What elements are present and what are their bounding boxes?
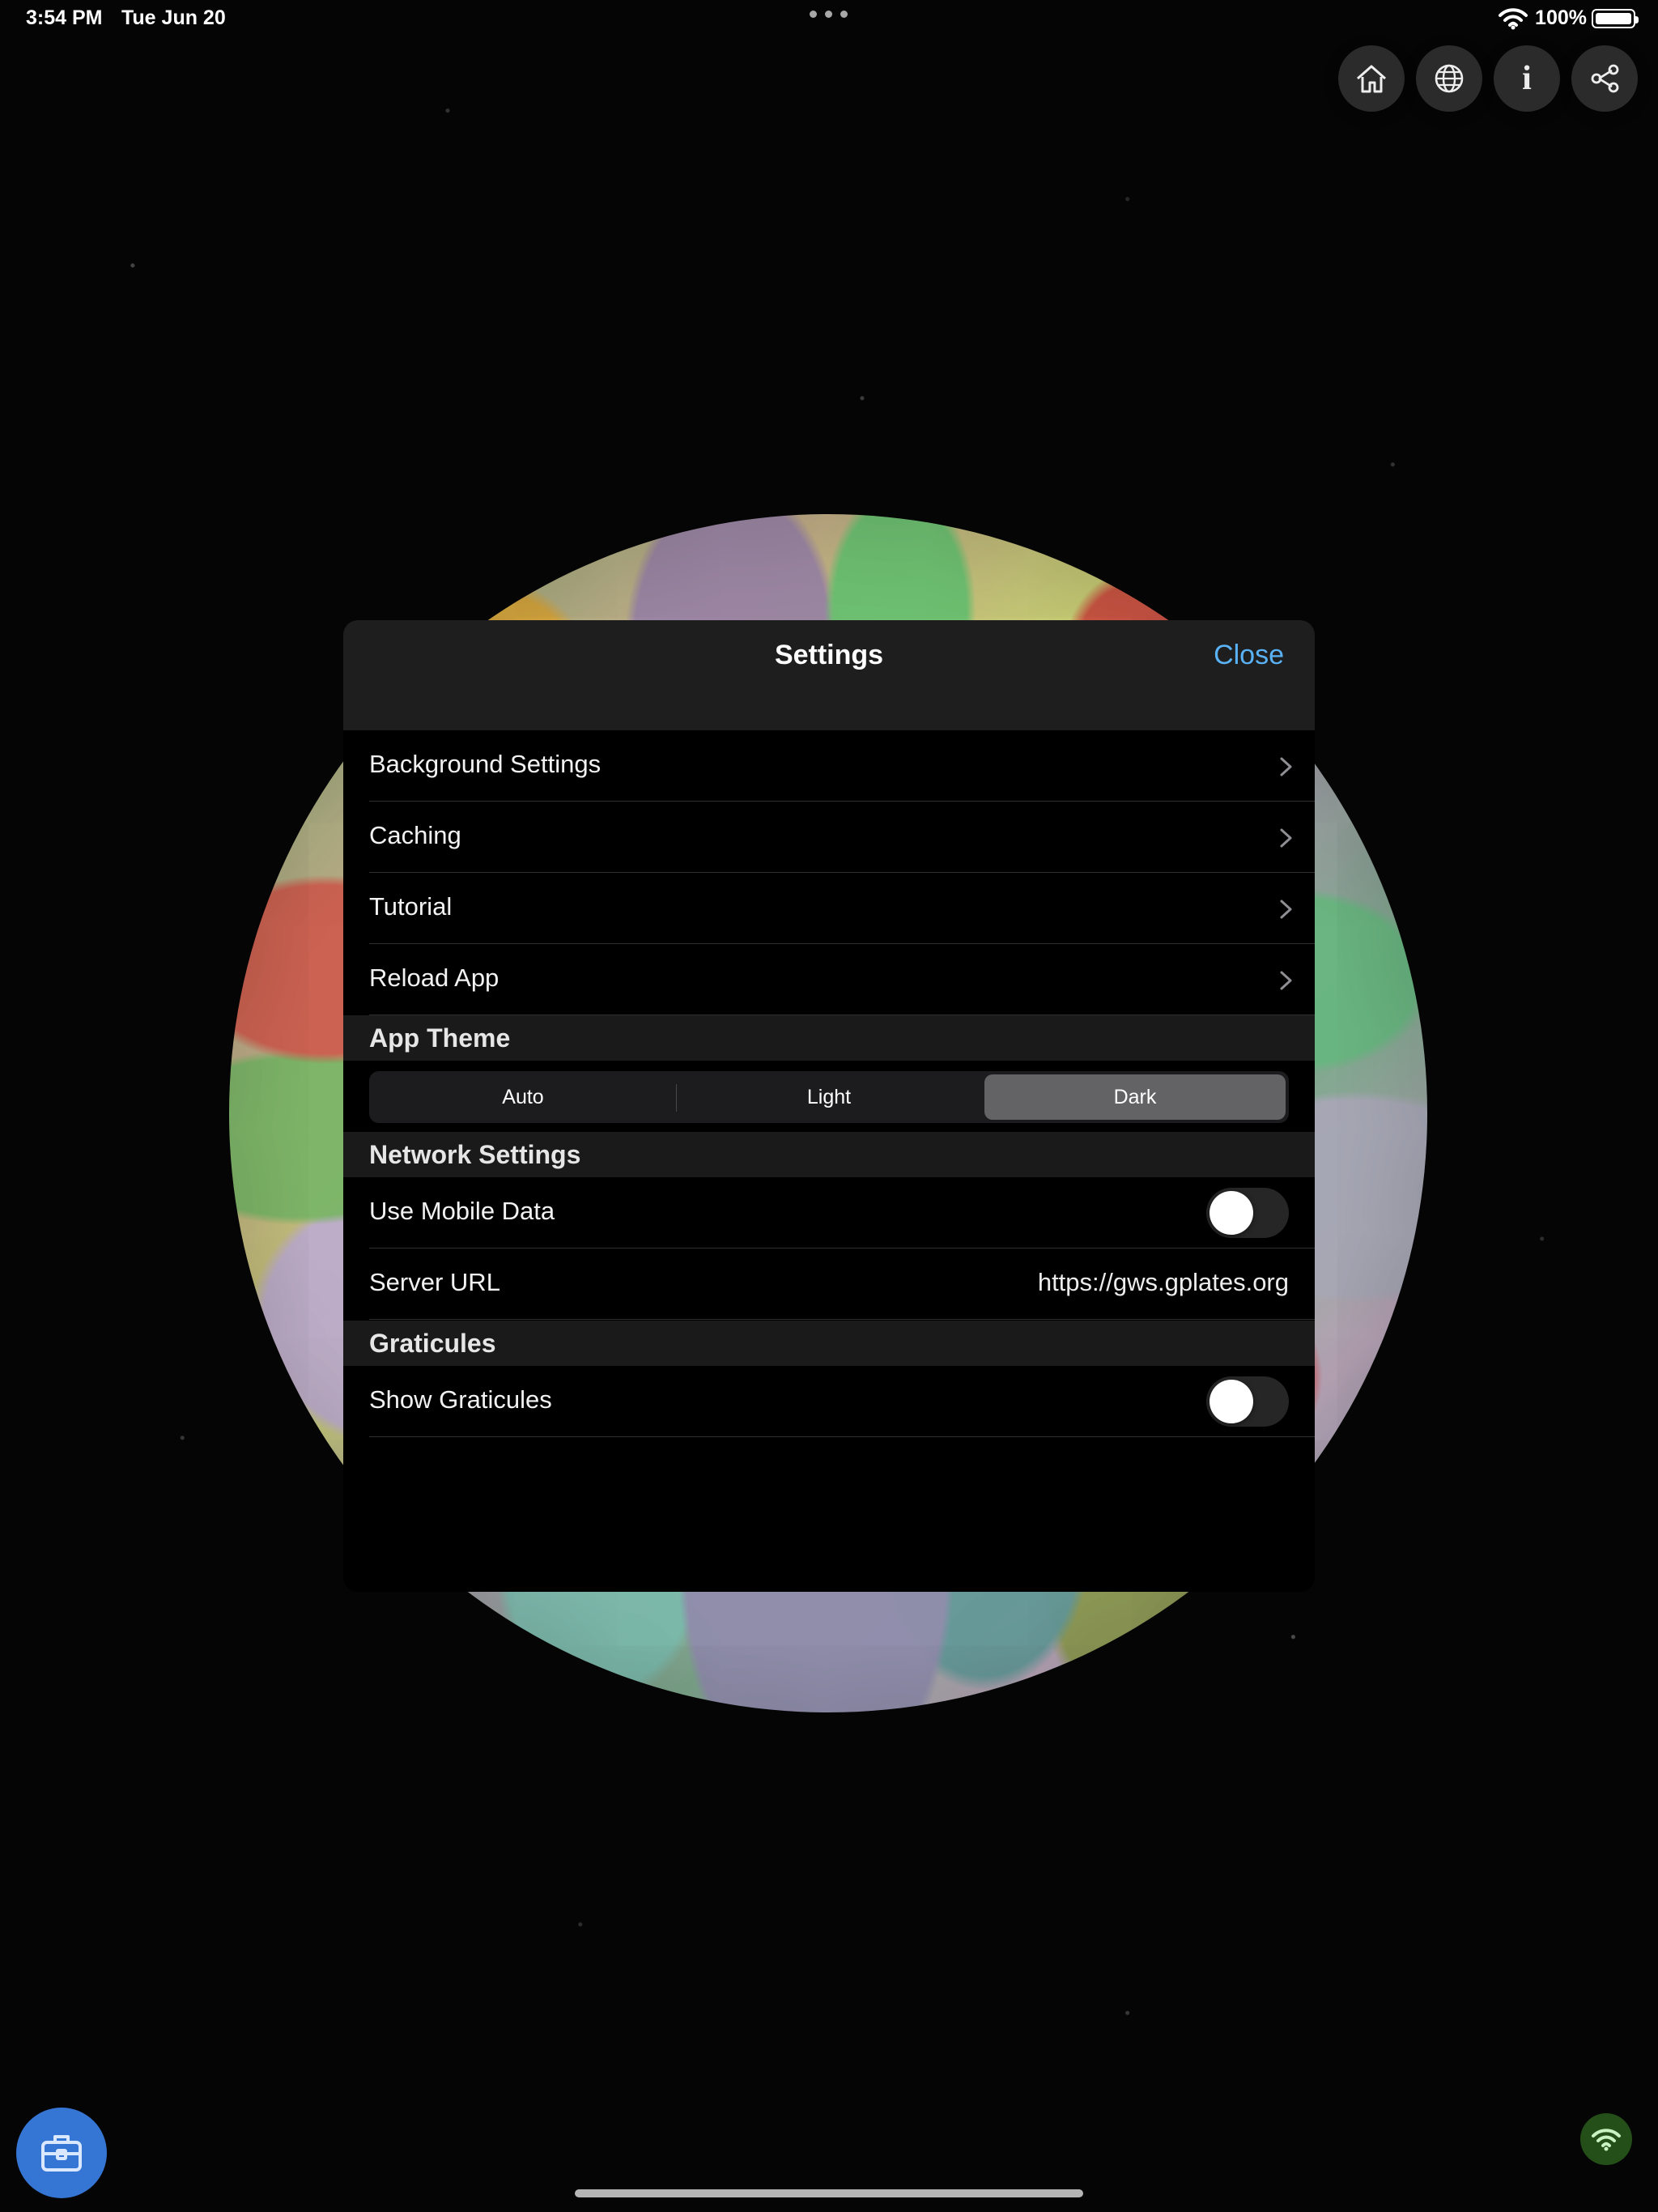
- settings-header: Settings Close: [343, 620, 1315, 730]
- tutorial-label: Tutorial: [369, 892, 453, 921]
- caching-label: Caching: [369, 821, 461, 849]
- settings-sheet: Settings Close Background Settings Cachi…: [343, 620, 1315, 1592]
- globe-icon: [1435, 64, 1464, 93]
- info-button[interactable]: i: [1494, 45, 1560, 112]
- page-title: Settings: [774, 640, 884, 670]
- chevron-right-icon: [1280, 900, 1292, 919]
- chevron-right-icon: [1280, 757, 1292, 776]
- reload-app-label: Reload App: [369, 963, 500, 992]
- graticules-title: Graticules: [369, 1329, 496, 1358]
- app-theme-section-header: App Theme: [343, 1015, 1315, 1061]
- share-icon: [1591, 64, 1619, 93]
- app-theme-segmented-control[interactable]: Auto Light Dark: [369, 1071, 1289, 1123]
- battery-icon: [1592, 9, 1639, 28]
- background-settings-label: Background Settings: [369, 750, 602, 778]
- app-theme-title: App Theme: [369, 1023, 511, 1053]
- server-url-label: Server URL: [369, 1268, 500, 1296]
- close-button[interactable]: Close: [1214, 640, 1284, 671]
- info-icon: i: [1522, 60, 1532, 97]
- use-mobile-data-toggle[interactable]: [1206, 1188, 1289, 1238]
- server-url-value: https://gws.gplates.org: [1037, 1268, 1289, 1296]
- graticules-section-header: Graticules: [343, 1321, 1315, 1366]
- network-status-indicator[interactable]: [1580, 2113, 1632, 2165]
- toggle-knob: [1209, 1380, 1253, 1423]
- settings-list: Background Settings Caching Tutorial Rel…: [343, 730, 1315, 1015]
- theme-dark-option[interactable]: Dark: [984, 1074, 1286, 1120]
- home-icon: [1357, 65, 1386, 93]
- server-url-row[interactable]: Server URL https://gws.gplates.org: [369, 1249, 1315, 1320]
- network-settings-section-header: Network Settings: [343, 1132, 1315, 1177]
- share-button[interactable]: [1571, 45, 1638, 112]
- chevron-right-icon: [1280, 828, 1292, 848]
- toolbox-icon: [41, 2135, 82, 2172]
- theme-light-option[interactable]: Light: [678, 1074, 980, 1120]
- tutorial-row[interactable]: Tutorial: [369, 873, 1315, 944]
- status-date: Tue Jun 20: [121, 6, 226, 29]
- use-mobile-data-label: Use Mobile Data: [369, 1197, 555, 1225]
- status-bar: 3:54 PM Tue Jun 20 100%: [0, 0, 1658, 39]
- home-indicator[interactable]: [575, 2189, 1083, 2197]
- use-mobile-data-row: Use Mobile Data: [369, 1177, 1315, 1249]
- globe-button[interactable]: [1416, 45, 1482, 112]
- background-settings-row[interactable]: Background Settings: [369, 730, 1315, 802]
- chevron-right-icon: [1280, 971, 1292, 990]
- toolbox-button[interactable]: [16, 2108, 107, 2198]
- show-graticules-row: Show Graticules: [369, 1366, 1315, 1437]
- wifi-icon: [1592, 2129, 1621, 2151]
- more-icon: [810, 11, 848, 18]
- status-time: 3:54 PM: [26, 6, 103, 29]
- network-settings-title: Network Settings: [369, 1140, 581, 1169]
- top-toolbar: i: [1338, 45, 1638, 112]
- wifi-icon: [1499, 8, 1528, 30]
- toggle-knob: [1209, 1191, 1253, 1235]
- theme-auto-option[interactable]: Auto: [372, 1074, 674, 1120]
- battery-percentage: 100%: [1535, 6, 1587, 29]
- show-graticules-toggle[interactable]: [1206, 1376, 1289, 1427]
- home-button[interactable]: [1338, 45, 1405, 112]
- show-graticules-label: Show Graticules: [369, 1385, 552, 1414]
- caching-row[interactable]: Caching: [369, 802, 1315, 873]
- segment-divider: [676, 1084, 677, 1112]
- reload-app-row[interactable]: Reload App: [369, 944, 1315, 1015]
